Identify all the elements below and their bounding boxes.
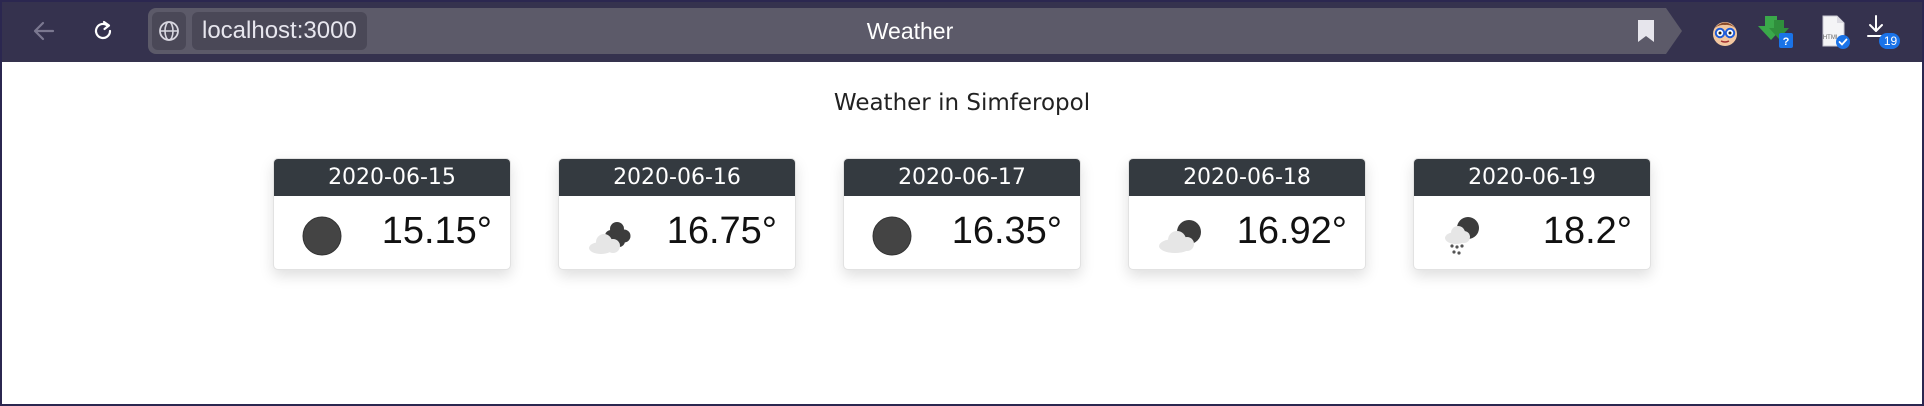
cloudy-icon xyxy=(589,222,631,254)
reload-icon xyxy=(94,20,112,40)
downloads-button[interactable]: 19 xyxy=(1862,12,1902,52)
clear-night-icon xyxy=(872,216,912,256)
globe-icon xyxy=(159,21,179,41)
forecast-date: 2020-06-19 xyxy=(1414,159,1650,196)
forecast-card: 2020-06-16 16.75° xyxy=(558,158,796,270)
downloads-badge: 19 xyxy=(1883,34,1898,48)
partly-cloudy-night-icon xyxy=(1159,220,1201,253)
download-helper-button[interactable]: ? xyxy=(1756,12,1796,52)
forecast-temp: 16.35° xyxy=(951,210,1062,252)
page-title: Weather in Simferopol xyxy=(833,90,1091,116)
face-extension-icon xyxy=(1713,22,1737,46)
html-file-icon: HTML xyxy=(1822,15,1850,49)
forecast-temp: 16.75° xyxy=(666,210,777,252)
tab-title: Weather xyxy=(866,18,954,44)
forecast-date: 2020-06-17 xyxy=(844,159,1080,196)
forecast-card: 2020-06-17 16.35° xyxy=(843,158,1081,270)
rain-night-icon xyxy=(1445,217,1479,255)
forecast-card: 2020-06-19 18.2° xyxy=(1413,158,1651,270)
forecast-temp: 18.2° xyxy=(1542,210,1632,252)
svg-text:?: ? xyxy=(1783,36,1790,48)
forecast-date: 2020-06-15 xyxy=(274,159,510,196)
forecast-temp: 16.92° xyxy=(1236,210,1347,252)
bookmark-button[interactable] xyxy=(1634,18,1658,44)
download-helper-icon: ? xyxy=(1758,16,1793,48)
html-file-button[interactable]: HTML xyxy=(1814,12,1854,52)
site-info-button[interactable] xyxy=(152,12,186,50)
forecast-temp: 15.15° xyxy=(381,210,492,252)
browser-toolbar: localhost:3000 Weather ? HTML 19 xyxy=(0,0,1924,62)
url-text[interactable]: localhost:3000 xyxy=(192,12,367,50)
back-button[interactable] xyxy=(25,12,63,50)
forecast-date: 2020-06-16 xyxy=(559,159,795,196)
forecast-card: 2020-06-15 15.15° xyxy=(273,158,511,270)
reload-button[interactable] xyxy=(84,12,122,50)
clear-night-icon xyxy=(302,216,342,256)
back-arrow-icon xyxy=(33,21,55,41)
forecast-card: 2020-06-18 16.92° xyxy=(1128,158,1366,270)
forecast-date: 2020-06-18 xyxy=(1129,159,1365,196)
face-extension-button[interactable] xyxy=(1705,12,1745,52)
bookmark-icon xyxy=(1638,20,1654,42)
